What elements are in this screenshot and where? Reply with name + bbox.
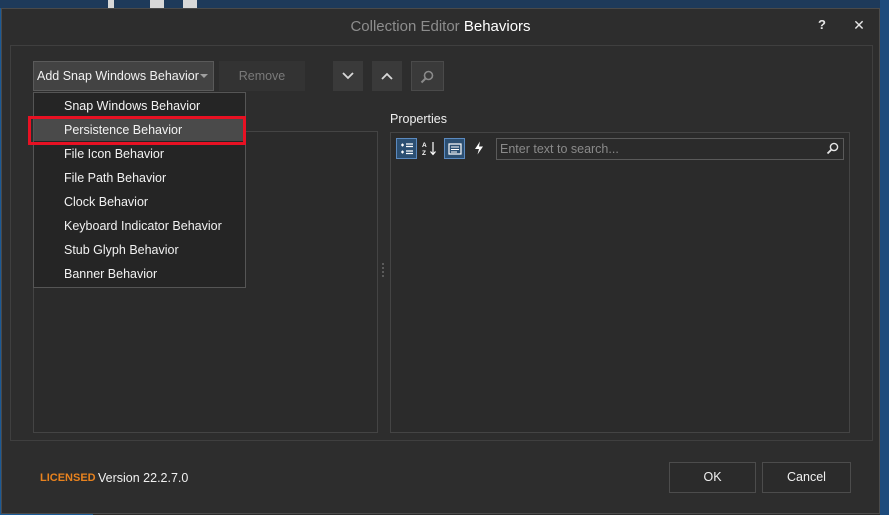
move-up-button[interactable] bbox=[372, 61, 402, 91]
background-toolbar bbox=[0, 0, 889, 8]
help-button[interactable]: ? bbox=[811, 17, 833, 35]
events-view-button[interactable] bbox=[469, 138, 490, 159]
title-collection-name: Behaviors bbox=[463, 18, 531, 35]
cancel-button[interactable]: Cancel bbox=[762, 462, 851, 493]
events-icon bbox=[475, 141, 483, 155]
menu-item-label: Clock Behavior bbox=[64, 195, 149, 209]
menu-item-label: File Icon Behavior bbox=[64, 147, 165, 161]
menu-item-file-path-behavior[interactable]: File Path Behavior bbox=[34, 167, 245, 189]
svg-text:A: A bbox=[422, 142, 427, 149]
svg-text:Z: Z bbox=[422, 150, 426, 156]
menu-item-keyboard-indicator-behavior[interactable]: Keyboard Indicator Behavior bbox=[34, 215, 245, 237]
menu-item-label: Stub Glyph Behavior bbox=[64, 243, 179, 257]
properties-label: Properties bbox=[390, 112, 447, 126]
dialog-title: Collection Editor Behaviors bbox=[2, 18, 879, 35]
property-pages-icon bbox=[448, 143, 462, 155]
remove-button[interactable]: Remove bbox=[219, 61, 305, 91]
chevron-up-icon bbox=[381, 72, 393, 80]
version-label: Version 22.2.7.0 bbox=[98, 471, 189, 485]
add-behavior-dropdown-button[interactable]: Add Snap Windows Behavior bbox=[33, 61, 214, 91]
search-icon[interactable] bbox=[826, 142, 839, 155]
property-grid[interactable] bbox=[390, 132, 850, 433]
categorized-view-button[interactable] bbox=[396, 138, 417, 159]
menu-item-stub-glyph-behavior[interactable]: Stub Glyph Behavior bbox=[34, 239, 245, 261]
alphabetical-view-button[interactable]: A Z bbox=[419, 138, 440, 159]
property-search-input[interactable] bbox=[500, 141, 820, 157]
menu-item-file-icon-behavior[interactable]: File Icon Behavior bbox=[34, 143, 245, 165]
menu-item-label: Banner Behavior bbox=[64, 267, 158, 281]
menu-item-snap-windows-behavior[interactable]: Snap Windows Behavior bbox=[34, 95, 245, 117]
add-behavior-label: Add Snap Windows Behavior bbox=[37, 69, 199, 83]
menu-item-label: Keyboard Indicator Behavior bbox=[64, 219, 222, 233]
property-pages-button[interactable] bbox=[444, 138, 465, 159]
highlight-annotation bbox=[28, 116, 246, 145]
background-window-edge bbox=[880, 0, 889, 515]
menu-item-clock-behavior[interactable]: Clock Behavior bbox=[34, 191, 245, 213]
ok-button[interactable]: OK bbox=[669, 462, 756, 493]
license-status: LICENSED bbox=[40, 472, 96, 484]
search-toggle-button[interactable] bbox=[411, 61, 444, 91]
menu-item-banner-behavior[interactable]: Banner Behavior bbox=[34, 263, 245, 285]
close-button[interactable]: ✕ bbox=[848, 17, 870, 35]
title-prefix: Collection Editor bbox=[350, 18, 460, 35]
search-icon bbox=[420, 70, 434, 84]
splitter-grip[interactable] bbox=[381, 263, 385, 279]
dropdown-arrow-icon[interactable] bbox=[200, 74, 208, 78]
move-down-button[interactable] bbox=[333, 61, 363, 91]
title-bar: Collection Editor Behaviors ? ✕ bbox=[2, 9, 879, 43]
chevron-down-icon bbox=[342, 72, 354, 80]
menu-item-label: File Path Behavior bbox=[64, 171, 167, 185]
menu-item-label: Snap Windows Behavior bbox=[64, 99, 201, 113]
alphabetical-icon: A Z bbox=[422, 142, 436, 156]
property-search-box bbox=[496, 138, 844, 160]
categorized-icon bbox=[401, 143, 413, 155]
